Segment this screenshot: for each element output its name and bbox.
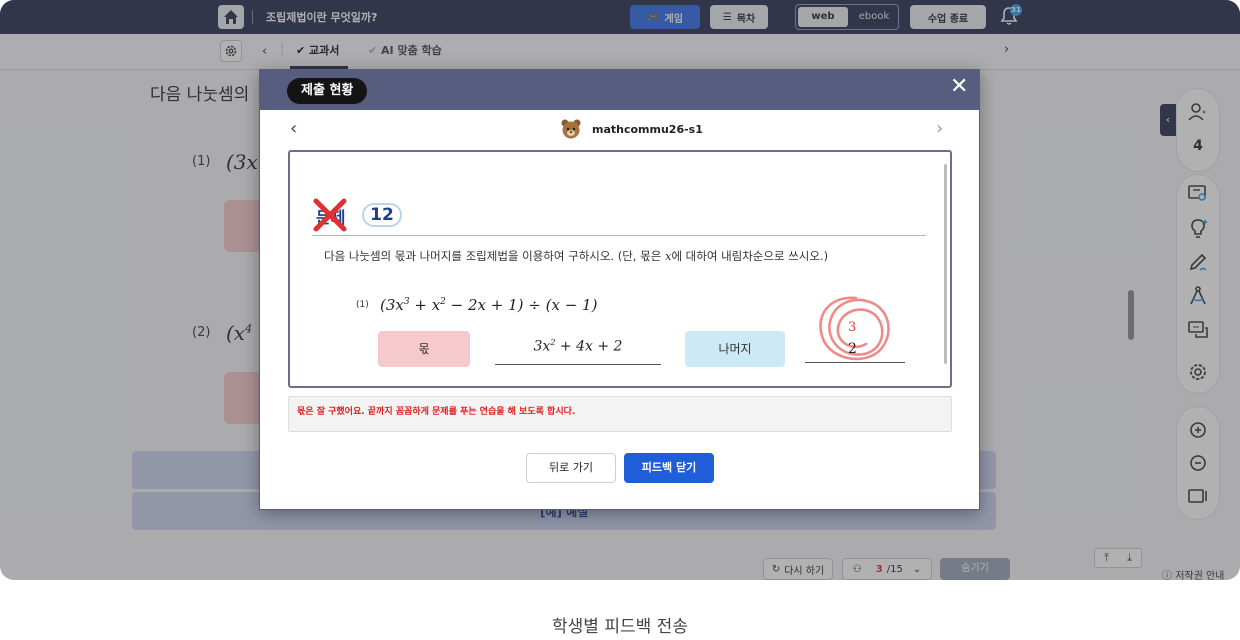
answer-underline (805, 362, 905, 363)
scrollbar[interactable] (944, 164, 947, 364)
back-button[interactable]: 뒤로 가기 (526, 453, 616, 483)
prev-student-button[interactable]: ‹ (290, 118, 297, 139)
answer-underline (495, 364, 661, 365)
bear-avatar-icon (561, 119, 581, 139)
figure-caption: 학생별 피드백 전송 (552, 617, 688, 637)
math-part: (3x (380, 296, 404, 314)
problem-text-before: 다음 나눗셈의 몫과 나머지를 조립제법을 이용하여 구하시오. (단, 몫은 (324, 249, 665, 263)
feedback-box[interactable]: 몫은 잘 구했어요. 끝까지 꼼꼼하게 문제를 푸는 연습을 해 보도록 합시다… (288, 396, 952, 432)
submission-status-modal: 제출 현황 ✕ ‹ mathcommu26-s1 › 문제 12 다음 나눗셈의… (259, 69, 980, 510)
close-icon[interactable]: ✕ (950, 76, 968, 98)
student-id: mathcommu26-s1 (592, 123, 703, 136)
problem-text-after: 에 대하여 내림차순으로 쓰시오.) (671, 249, 829, 263)
math-part: − 2x + 1) ÷ (x − 1) (445, 296, 598, 314)
problem-number: 12 (362, 203, 402, 227)
modal-header: 제출 현황 ✕ (260, 70, 979, 110)
next-student-button[interactable]: › (936, 118, 943, 139)
remainder-label: 나머지 (685, 331, 785, 367)
sub-problem-math: (3x3 + x2 − 2x + 1) ÷ (x − 1) (380, 296, 597, 314)
math-part: 3x (533, 338, 551, 355)
modal-title: 제출 현황 (287, 78, 368, 104)
quotient-label: 몫 (378, 331, 470, 367)
remainder-answer: 2 (848, 341, 857, 357)
divider (312, 235, 926, 236)
problem-text: 다음 나눗셈의 몫과 나머지를 조립제법을 이용하여 구하시오. (단, 몫은 … (324, 248, 828, 264)
sub-problem-label: (1) (356, 300, 369, 310)
app-window: 조립제법이란 무엇일까? 🎮 게임 ☰ 목차 web ebook 수업 종료 3… (0, 0, 1240, 580)
student-answer-panel: 문제 12 다음 나눗셈의 몫과 나머지를 조립제법을 이용하여 구하시오. (… (288, 150, 952, 388)
math-part: + x (409, 296, 441, 314)
quotient-answer: 3x2 + 4x + 2 (495, 338, 661, 355)
feedback-text: 몫은 잘 구했어요. 끝까지 꼼꼼하게 문제를 푸는 연습을 해 보도록 합시다… (297, 407, 576, 417)
remainder-correction: 3 (848, 320, 857, 335)
close-feedback-button[interactable]: 피드백 닫기 (624, 453, 714, 483)
math-part: + 4x + 2 (555, 338, 623, 355)
wrong-x-icon (313, 198, 347, 232)
